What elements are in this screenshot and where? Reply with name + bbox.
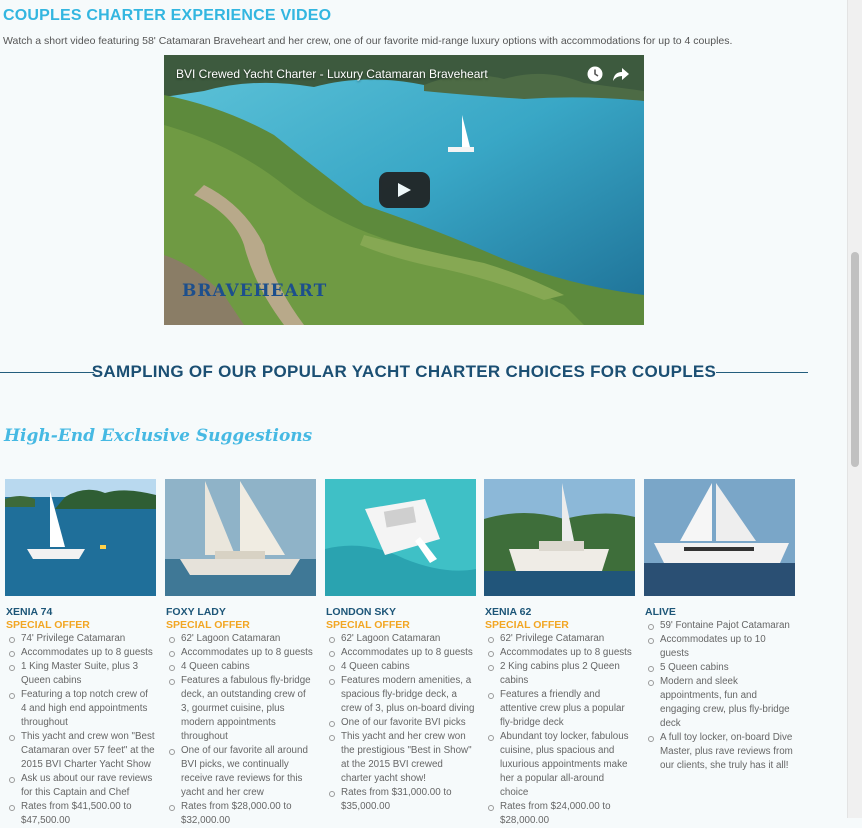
sampling-title: SAMPLING OF OUR POPULAR YACHT CHARTER CH… [91,362,717,381]
braveheart-logo: BRAVEHEART [182,281,328,301]
video-player[interactable]: BVI Crewed Yacht Charter - Luxury Catama… [164,55,644,325]
divider-line-right [716,372,808,373]
feature-item: 62' Privilege Catamaran [484,632,635,646]
yacht-photo-xenia-62[interactable] [484,479,635,596]
feature-item: Ask us about our rave reviews for this C… [5,772,156,800]
feature-item: Rates from $31,000.00 to $35,000.00 [325,786,476,814]
yacht-card-alive: ALIVE 59' Fontaine Pajot Catamaran Accom… [644,479,795,773]
yacht-name[interactable]: XENIA 62 [485,606,635,619]
feature-item: Modern and sleek appointments, fun and e… [644,675,795,731]
scrollbar-thumb[interactable] [851,252,859,467]
feature-item: 62' Lagoon Catamaran [325,632,476,646]
feature-item: Rates from $41,500.00 to $47,500.00 [5,800,156,828]
feature-item: 59' Fontaine Pajot Catamaran [644,619,795,633]
high-end-subheading: High-End Exclusive Suggestions [4,426,313,446]
yacht-name[interactable]: XENIA 74 [6,606,156,619]
feature-item: A full toy locker, on-board Dive Master,… [644,731,795,773]
feature-item: Rates from $24,000.00 to $28,000.00 [484,800,635,828]
yacht-card-xenia-74: XENIA 74 SPECIAL OFFER 74' Privilege Cat… [5,479,156,828]
clock-icon[interactable] [586,65,604,83]
yacht-feature-list: 62' Lagoon Catamaran Accommodates up to … [165,632,316,828]
yacht-card-london-sky: LONDON SKY SPECIAL OFFER 62' Lagoon Cata… [325,479,476,814]
feature-item: Rates from $28,000.00 to $32,000.00 [165,800,316,828]
feature-item: This yacht and her crew won the prestigi… [325,730,476,786]
special-offer-label[interactable]: SPECIAL OFFER [485,619,635,632]
yacht-photo-foxy-lady[interactable] [165,479,316,596]
feature-item: Features a fabulous fly-bridge deck, an … [165,674,316,744]
feature-item: 1 King Master Suite, plus 3 Queen cabins [5,660,156,688]
feature-item: 4 Queen cabins [165,660,316,674]
yacht-photo-london-sky[interactable] [325,479,476,596]
feature-item: Abundant toy locker, fabulous cuisine, p… [484,730,635,800]
yacht-name[interactable]: FOXY LADY [166,606,316,619]
yacht-feature-list: 59' Fontaine Pajot Catamaran Accommodate… [644,619,795,773]
page-scrollbar[interactable] [847,0,862,818]
feature-item: One of our favorite BVI picks [325,716,476,730]
feature-item: 2 King cabins plus 2 Queen cabins [484,660,635,688]
play-button[interactable] [379,172,430,208]
feature-item: Accommodates up to 10 guests [644,633,795,661]
feature-item: 4 Queen cabins [325,660,476,674]
feature-item: Featuring a top notch crew of 4 and high… [5,688,156,730]
video-title[interactable]: BVI Crewed Yacht Charter - Luxury Catama… [176,67,488,81]
feature-item: Accommodates up to 8 guests [325,646,476,660]
play-icon [398,183,411,197]
feature-item: 62' Lagoon Catamaran [165,632,316,646]
feature-item: Accommodates up to 8 guests [5,646,156,660]
feature-item: 74' Privilege Catamaran [5,632,156,646]
yacht-feature-list: 74' Privilege Catamaran Accommodates up … [5,632,156,828]
special-offer-label[interactable]: SPECIAL OFFER [326,619,476,632]
share-icon[interactable] [612,65,630,83]
yacht-photo-alive[interactable] [644,479,795,596]
video-section-title: COUPLES CHARTER EXPERIENCE VIDEO [3,7,332,24]
yacht-card-xenia-62: XENIA 62 SPECIAL OFFER 62' Privilege Cat… [484,479,635,828]
feature-item: Features a friendly and attentive crew p… [484,688,635,730]
feature-item: One of our favorite all around BVI picks… [165,744,316,800]
feature-item: Accommodates up to 8 guests [484,646,635,660]
yacht-name[interactable]: ALIVE [645,606,795,619]
feature-item: Accommodates up to 8 guests [165,646,316,660]
yacht-photo-xenia-74[interactable] [5,479,156,596]
yacht-feature-list: 62' Lagoon Catamaran Accommodates up to … [325,632,476,814]
feature-item: 5 Queen cabins [644,661,795,675]
special-offer-label[interactable]: SPECIAL OFFER [166,619,316,632]
video-intro-text: Watch a short video featuring 58' Catama… [3,35,733,47]
yacht-feature-list: 62' Privilege Catamaran Accommodates up … [484,632,635,828]
yacht-card-foxy-lady: FOXY LADY SPECIAL OFFER 62' Lagoon Catam… [165,479,316,828]
special-offer-label[interactable]: SPECIAL OFFER [6,619,156,632]
yacht-name[interactable]: LONDON SKY [326,606,476,619]
feature-item: Features modern amenities, a spacious fl… [325,674,476,716]
feature-item: This yacht and crew won "Best Catamaran … [5,730,156,772]
